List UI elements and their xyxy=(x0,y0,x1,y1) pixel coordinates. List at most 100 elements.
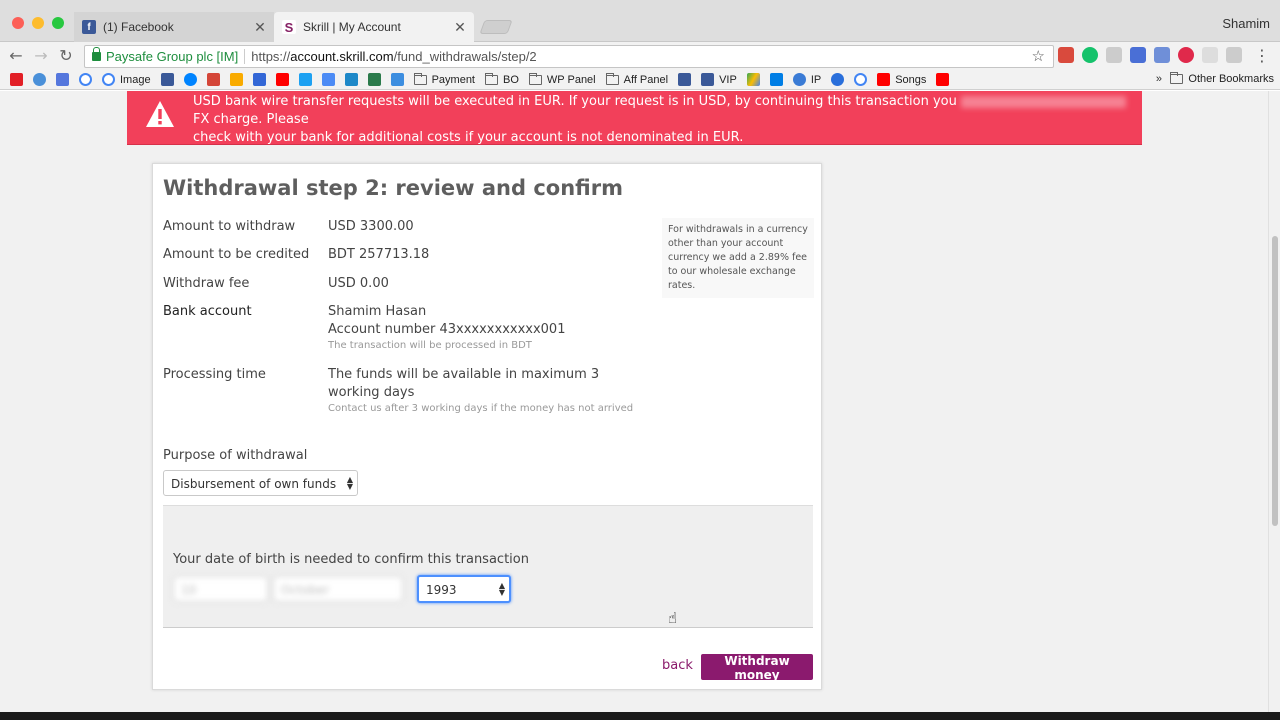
bookmark-item[interactable] xyxy=(936,73,950,86)
bookmark-folder-wp-panel[interactable]: WP Panel xyxy=(528,72,596,86)
bookmark-item[interactable] xyxy=(390,73,404,86)
bookmark-label: VIP xyxy=(719,73,737,86)
minimize-window-button[interactable] xyxy=(32,17,44,29)
folder-icon xyxy=(485,72,498,85)
bookmark-folder-aff-panel[interactable]: Aff Panel xyxy=(605,72,669,86)
close-tab-icon[interactable]: ✕ xyxy=(252,19,268,36)
dob-day-value: 10 xyxy=(181,583,197,597)
scrollbar-thumb[interactable] xyxy=(1272,236,1278,526)
google-icon xyxy=(102,73,115,86)
window-controls xyxy=(12,17,64,29)
withdraw-money-button[interactable]: Withdraw money xyxy=(701,654,813,682)
refresh-site-icon xyxy=(831,73,845,86)
translate-extension-icon[interactable] xyxy=(1154,47,1170,63)
bookmark-item[interactable] xyxy=(79,73,92,86)
other-bookmarks[interactable]: Other Bookmarks xyxy=(1170,72,1274,85)
facebook-icon xyxy=(678,73,692,86)
tab-label: (1) Facebook xyxy=(103,20,174,34)
browser-window: f (1) Facebook ✕ S Skrill | My Account ✕… xyxy=(0,0,1280,712)
fee-value: USD 0.00 xyxy=(328,276,389,291)
bookmark-image[interactable]: Image xyxy=(102,73,151,86)
rss-icon xyxy=(56,73,69,86)
close-tab-icon[interactable]: ✕ xyxy=(452,19,468,36)
back-arrow-icon[interactable]: ← xyxy=(6,46,26,66)
bank-details: Shamim Hasan Account number 43xxxxxxxxxx… xyxy=(328,303,565,352)
amount-value: USD 3300.00 xyxy=(328,219,414,234)
withdrawal-card: Withdrawal step 2: review and confirm Am… xyxy=(152,163,822,690)
select-arrows-icon: ▲ ▼ xyxy=(498,581,505,597)
bookmark-label: Songs xyxy=(895,73,927,86)
bookmark-songs[interactable]: Songs xyxy=(877,73,926,86)
bank-note: The transaction will be processed in BDT xyxy=(328,340,532,351)
credited-label: Amount to be credited xyxy=(163,247,310,262)
bookmark-item[interactable] xyxy=(769,73,783,86)
bookmark-item[interactable] xyxy=(854,73,868,86)
bookmark-ip[interactable]: IP xyxy=(792,73,822,86)
facebook-icon xyxy=(701,73,715,86)
check-extension-icon[interactable] xyxy=(1202,47,1218,63)
close-window-button[interactable] xyxy=(12,17,24,29)
maximize-window-button[interactable] xyxy=(52,17,64,29)
bookmark-extension-icon[interactable] xyxy=(1130,47,1146,63)
dob-label: Your date of birth is needed to confirm … xyxy=(173,552,529,567)
scissors-extension-icon[interactable] xyxy=(1106,47,1122,63)
url-host: account.skrill.com xyxy=(290,49,394,64)
google-icon xyxy=(79,73,92,86)
bookmark-item[interactable] xyxy=(160,73,174,86)
security-label[interactable]: Paysafe Group plc [IM] xyxy=(106,49,238,64)
facebook-icon: f xyxy=(82,20,96,34)
bookmarks-overflow-chevron[interactable]: » xyxy=(1156,73,1162,85)
bookmark-item[interactable] xyxy=(183,73,197,86)
bookmark-label: IP xyxy=(810,73,822,86)
bookmark-item[interactable] xyxy=(746,73,760,86)
adwords-icon xyxy=(252,73,266,86)
bookmark-item[interactable] xyxy=(33,73,46,86)
bookmark-item[interactable] xyxy=(275,73,289,86)
bank-account-number: Account number 43xxxxxxxxxxx001 xyxy=(328,322,566,337)
purpose-select[interactable]: Disbursement of own funds ▲ ▼ xyxy=(163,470,358,496)
bookmark-item[interactable] xyxy=(831,73,845,86)
processing-label: Processing time xyxy=(163,367,266,382)
bookmark-vip[interactable]: VIP xyxy=(701,73,737,86)
back-link[interactable]: back xyxy=(662,658,693,673)
menu-icon[interactable]: ⋮ xyxy=(1254,46,1270,65)
new-tab-button[interactable] xyxy=(479,20,513,34)
inbox-extension-icon[interactable] xyxy=(1226,47,1242,63)
tab-facebook[interactable]: f (1) Facebook ✕ xyxy=(74,12,274,42)
bookmark-folder-bo[interactable]: BO xyxy=(485,72,519,86)
bookmark-item[interactable] xyxy=(56,73,69,86)
forward-arrow-icon[interactable]: → xyxy=(31,46,51,66)
bookmark-item[interactable] xyxy=(344,73,358,86)
bookmark-item[interactable] xyxy=(252,73,266,86)
credited-value: BDT 257713.18 xyxy=(328,247,430,262)
bookmark-item[interactable] xyxy=(298,73,312,86)
bookmark-item[interactable] xyxy=(678,73,692,86)
bookmark-label: Payment xyxy=(431,73,475,86)
bookmark-item[interactable] xyxy=(229,73,243,86)
bookmark-star-icon[interactable]: ☆ xyxy=(1032,47,1045,65)
dob-month-select[interactable]: October xyxy=(273,576,403,602)
dob-day-select[interactable]: 10 xyxy=(173,576,268,602)
dob-year-value: 1993 xyxy=(426,583,457,597)
bookmark-item[interactable] xyxy=(10,73,23,86)
address-bar[interactable]: Paysafe Group plc [IM] https://account.s… xyxy=(84,45,1054,68)
folder-icon xyxy=(605,72,619,85)
reload-icon[interactable]: ↻ xyxy=(56,46,76,66)
grammarly-extension-icon[interactable] xyxy=(1082,47,1098,63)
broadcast-icon xyxy=(33,73,46,86)
pocket-extension-icon[interactable] xyxy=(1178,47,1194,63)
dob-year-select[interactable]: 1993 ▲ ▼ xyxy=(417,575,511,603)
bookmark-label: Aff Panel xyxy=(623,73,669,86)
warning-banner: USD bank wire transfer requests will be … xyxy=(127,91,1142,145)
page-scrollbar[interactable] xyxy=(1268,91,1280,712)
bookmark-item[interactable] xyxy=(367,73,381,86)
globe-icon xyxy=(792,73,806,86)
calendar-extension-icon[interactable] xyxy=(1058,47,1074,63)
profile-name[interactable]: Shamim xyxy=(1222,16,1270,31)
bookmark-folder-payment[interactable]: Payment xyxy=(413,72,475,86)
bookmark-item[interactable] xyxy=(206,73,220,86)
youtube-icon xyxy=(275,73,289,86)
dropbox-icon xyxy=(769,73,783,86)
tab-skrill[interactable]: S Skrill | My Account ✕ xyxy=(274,12,474,42)
bookmark-item[interactable] xyxy=(321,73,335,86)
